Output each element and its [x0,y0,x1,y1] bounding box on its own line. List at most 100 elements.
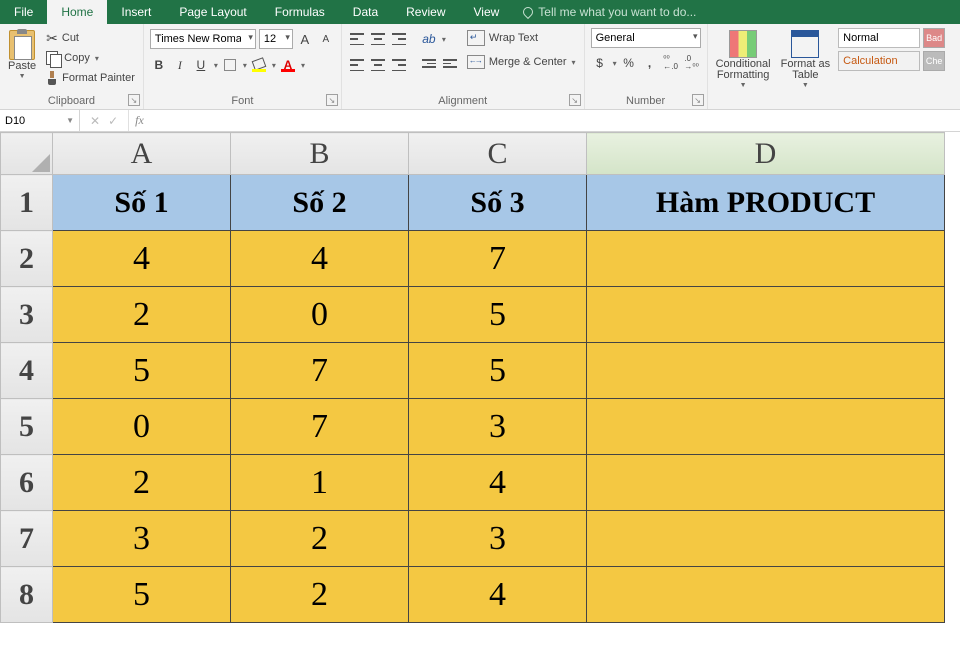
col-header-D[interactable]: D [587,133,945,175]
cell-D3[interactable] [587,287,945,343]
font-color-button[interactable]: A [279,56,297,74]
font-name-select[interactable] [150,29,256,49]
cell-A3[interactable]: 2 [53,287,231,343]
currency-button[interactable]: $ [591,54,609,72]
format-painter-button[interactable]: Format Painter [44,68,137,88]
copy-button[interactable]: Copy ▾ [44,48,137,68]
align-center-button[interactable] [369,56,387,74]
cell-B7[interactable]: 2 [231,511,409,567]
percent-button[interactable]: % [620,54,638,72]
cell-D8[interactable] [587,567,945,623]
enter-formula-button[interactable]: ✓ [108,114,118,128]
number-dialog-launcher[interactable]: ↘ [692,94,704,106]
align-right-button[interactable] [390,56,408,74]
select-all-corner[interactable] [1,133,53,175]
chevron-down-icon[interactable]: ▾ [442,35,446,44]
col-header-C[interactable]: C [409,133,587,175]
cell-D5[interactable] [587,399,945,455]
bold-button[interactable]: B [150,56,168,74]
decrease-indent-button[interactable] [420,56,438,74]
cell-A2[interactable]: 4 [53,231,231,287]
row-header-4[interactable]: 4 [1,343,53,399]
chevron-down-icon[interactable]: ▾ [214,61,218,70]
cell-A5[interactable]: 0 [53,399,231,455]
decrease-decimal-button[interactable]: .0→⁰⁰ [683,54,701,72]
italic-button[interactable]: I [171,56,189,74]
tab-file[interactable]: File [0,0,47,24]
cell-A4[interactable]: 5 [53,343,231,399]
decrease-font-button[interactable]: A [317,30,335,48]
row-header-8[interactable]: 8 [1,567,53,623]
increase-font-button[interactable]: A [296,30,314,48]
cell-B4[interactable]: 7 [231,343,409,399]
increase-indent-button[interactable] [441,56,459,74]
cell-A1[interactable]: Số 1 [53,175,231,231]
tell-me[interactable]: Tell me what you want to do... [513,0,706,24]
cell-B6[interactable]: 1 [231,455,409,511]
cell-C6[interactable]: 4 [409,455,587,511]
cell-D4[interactable] [587,343,945,399]
cell-C4[interactable]: 5 [409,343,587,399]
chevron-down-icon[interactable]: ▾ [243,61,247,70]
cell-C3[interactable]: 5 [409,287,587,343]
underline-button[interactable]: U [192,56,210,74]
increase-decimal-button[interactable]: ⁰⁰←.0 [662,54,680,72]
col-header-B[interactable]: B [231,133,409,175]
cell-D6[interactable] [587,455,945,511]
cell-B3[interactable]: 0 [231,287,409,343]
wrap-text-button[interactable]: Wrap Text [465,28,578,48]
row-header-3[interactable]: 3 [1,287,53,343]
style-check-cell[interactable]: Che [923,51,945,71]
cut-button[interactable]: ✂ Cut [44,28,137,48]
tab-review[interactable]: Review [392,0,459,24]
font-dialog-launcher[interactable]: ↘ [326,94,338,106]
row-header-5[interactable]: 5 [1,399,53,455]
tab-view[interactable]: View [460,0,514,24]
cell-D7[interactable] [587,511,945,567]
cell-A6[interactable]: 2 [53,455,231,511]
tab-page-layout[interactable]: Page Layout [165,0,260,24]
alignment-dialog-launcher[interactable]: ↘ [569,94,581,106]
cell-B5[interactable]: 7 [231,399,409,455]
comma-button[interactable]: , [641,54,659,72]
number-format-select[interactable] [591,28,701,48]
cell-B1[interactable]: Số 2 [231,175,409,231]
insert-function-button[interactable]: fx [129,110,150,131]
chevron-down-icon[interactable]: ▾ [301,61,305,70]
paste-button[interactable]: Paste ▼ [6,28,38,82]
cell-C5[interactable]: 3 [409,399,587,455]
name-box[interactable]: D10 ▼ [0,110,80,131]
formula-input[interactable] [150,110,960,131]
row-header-6[interactable]: 6 [1,455,53,511]
merge-center-button[interactable]: Merge & Center ▾ [465,52,578,72]
align-bottom-button[interactable] [390,30,408,48]
tab-formulas[interactable]: Formulas [261,0,339,24]
align-top-button[interactable] [348,30,366,48]
row-header-2[interactable]: 2 [1,231,53,287]
style-normal[interactable]: Normal [838,28,920,48]
tab-home[interactable]: Home [47,0,107,24]
chevron-down-icon[interactable]: ▾ [613,59,617,68]
orientation-button[interactable]: ab [420,30,438,48]
format-as-table-button[interactable]: Format as Table ▼ [779,28,833,91]
cell-D1[interactable]: Hàm PRODUCT [587,175,945,231]
chevron-down-icon[interactable]: ▾ [272,61,276,70]
spreadsheet-grid[interactable]: A B C D 1 Số 1 Số 2 Số 3 Hàm PRODUCT 2 4… [0,132,945,623]
fill-color-button[interactable] [250,56,268,74]
cell-A8[interactable]: 5 [53,567,231,623]
border-button[interactable] [221,56,239,74]
col-header-A[interactable]: A [53,133,231,175]
cell-C2[interactable]: 7 [409,231,587,287]
cell-A7[interactable]: 3 [53,511,231,567]
cell-B8[interactable]: 2 [231,567,409,623]
cancel-formula-button[interactable]: ✕ [90,114,100,128]
cell-C8[interactable]: 4 [409,567,587,623]
font-size-select[interactable] [259,29,293,49]
cell-C7[interactable]: 3 [409,511,587,567]
style-bad[interactable]: Bad [923,28,945,48]
cell-C1[interactable]: Số 3 [409,175,587,231]
align-left-button[interactable] [348,56,366,74]
conditional-formatting-button[interactable]: Conditional Formatting ▼ [714,28,773,91]
row-header-1[interactable]: 1 [1,175,53,231]
tab-insert[interactable]: Insert [107,0,165,24]
